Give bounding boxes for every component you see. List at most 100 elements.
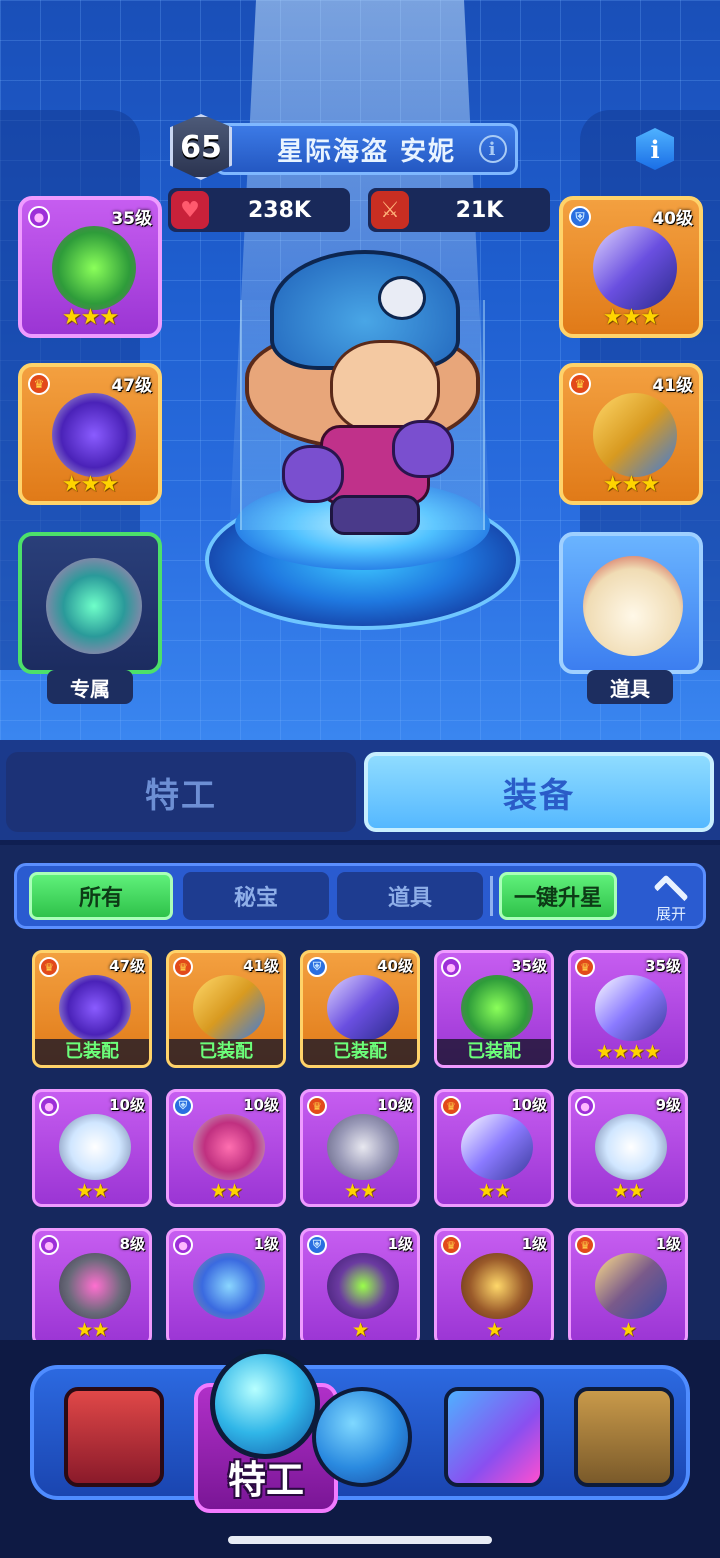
filter-secret[interactable]: 秘宝: [183, 872, 329, 920]
inventory-item[interactable]: ♛ 10级 ★★: [434, 1089, 554, 1207]
tab-equipment[interactable]: 装备: [364, 752, 714, 832]
pyramid-icon: [593, 393, 677, 477]
filter-bar: 所有 秘宝 道具 一键升星 展开: [14, 863, 706, 929]
crown-rarity-icon: ♛: [575, 1235, 595, 1255]
orb-rarity-icon: ●: [39, 1235, 59, 1255]
item-art-icon: [461, 1114, 533, 1180]
equip-slot-left-1[interactable]: ● 35级 ★★★: [18, 196, 162, 338]
item-stars: ★: [485, 1319, 503, 1341]
hp-value: 238K: [248, 197, 311, 223]
bracelet-icon: [46, 558, 142, 654]
expand-button[interactable]: 展开: [641, 870, 701, 924]
hero-name-bar[interactable]: 星际海盗 安妮 i: [215, 123, 518, 175]
item-stars: ★★: [75, 1180, 109, 1202]
item-stars: ★: [351, 1319, 369, 1341]
crown-rarity-icon: ♛: [39, 957, 59, 977]
inventory-item[interactable]: ● 9级 ★★: [568, 1089, 688, 1207]
crystal-shard-icon: [593, 226, 677, 310]
inventory-item[interactable]: ⛨ 40级 已装配: [300, 950, 420, 1068]
planet-icon[interactable]: [312, 1387, 412, 1487]
slot-stars: ★★★: [602, 305, 660, 330]
item-art-icon: [327, 1253, 399, 1319]
equip-slot-right-1[interactable]: ⛨ 40级 ★★★: [559, 196, 703, 338]
item-level: 35级: [511, 957, 547, 975]
item-art-icon: [193, 1114, 265, 1180]
equipped-label: 已装配: [303, 1039, 417, 1065]
inventory-item[interactable]: ♛ 47级 已装配: [32, 950, 152, 1068]
orb-rarity-icon: ●: [441, 957, 461, 977]
equipped-label: 已装配: [437, 1039, 551, 1065]
tab-agent[interactable]: 特工: [6, 752, 356, 832]
hero-info-icon[interactable]: i: [479, 135, 507, 163]
inventory-item[interactable]: ● 1级: [166, 1228, 286, 1346]
crystal-ring-icon: [52, 393, 136, 477]
item-level: 47级: [109, 957, 145, 975]
slot-level: 41级: [652, 376, 693, 396]
item-stars: ★★: [209, 1180, 243, 1202]
item-level: 1级: [253, 1235, 279, 1253]
item-level: 1级: [387, 1235, 413, 1253]
inventory-item[interactable]: ♛ 1级 ★: [434, 1228, 554, 1346]
item-slot[interactable]: [559, 532, 703, 674]
slot-level: 35级: [111, 209, 152, 229]
item-art-icon: [595, 1114, 667, 1180]
attack-stat: ⚔ 21K: [368, 188, 550, 232]
item-art-icon: [595, 975, 667, 1041]
inventory-item[interactable]: ♛ 41级 已装配: [166, 950, 286, 1068]
filter-all[interactable]: 所有: [29, 872, 173, 920]
item-art-icon: [193, 975, 265, 1041]
one-click-star-up-button[interactable]: 一键升星: [499, 872, 617, 920]
crown-rarity-icon: ♛: [575, 957, 595, 977]
item-level: 10级: [243, 1096, 279, 1114]
heart-icon: ♥: [171, 191, 209, 229]
home-indicator: [228, 1536, 492, 1544]
cube-icon[interactable]: [444, 1387, 544, 1487]
item-level: 41级: [243, 957, 279, 975]
item-tag: 道具: [587, 670, 673, 704]
inventory-item[interactable]: ● 8级 ★★: [32, 1228, 152, 1346]
character-glove-left: [282, 445, 344, 503]
exclusive-slot[interactable]: [18, 532, 162, 674]
item-stars: ★★: [611, 1180, 645, 1202]
sword-icon: ⚔: [371, 191, 409, 229]
main-tabs: 特工 装备: [0, 740, 720, 840]
hero-area: 星际海盗 安妮 i 65 i ♥ 238K ⚔ 21K ● 35级 ★★★ ♛ …: [0, 0, 720, 740]
item-level: 10级: [511, 1096, 547, 1114]
shop-machine-icon[interactable]: [64, 1387, 164, 1487]
item-level: 35级: [645, 957, 681, 975]
equip-slot-left-2[interactable]: ♛ 47级 ★★★: [18, 363, 162, 505]
item-level: 8级: [119, 1235, 145, 1253]
inventory-item[interactable]: ⛨ 10级 ★★: [166, 1089, 286, 1207]
item-stars: ★★: [75, 1319, 109, 1341]
inventory-item[interactable]: ⛨ 1级 ★: [300, 1228, 420, 1346]
equip-slot-right-2[interactable]: ♛ 41级 ★★★: [559, 363, 703, 505]
character-glove-right: [392, 420, 454, 478]
crown-rarity-icon: ♛: [173, 957, 193, 977]
item-art-icon: [59, 1253, 131, 1319]
item-art-icon: [59, 1114, 131, 1180]
item-art-icon: [595, 1253, 667, 1319]
slot-level: 47级: [111, 376, 152, 396]
item-level: 10级: [109, 1096, 145, 1114]
slot-stars: ★★★: [602, 472, 660, 497]
skull-emblem-icon: [378, 276, 426, 320]
item-level: 9级: [655, 1096, 681, 1114]
portal-icon[interactable]: [574, 1387, 674, 1487]
crown-rarity-icon: ♛: [28, 373, 50, 395]
item-art-icon: [327, 1114, 399, 1180]
shield-rarity-icon: ⛨: [307, 957, 327, 977]
orb-rarity-icon: ●: [575, 1096, 595, 1116]
inventory-item[interactable]: ♛ 35级 ★★★★: [568, 950, 688, 1068]
inventory-item[interactable]: ♛ 1级 ★: [568, 1228, 688, 1346]
hero-name: 星际海盗 安妮: [276, 136, 457, 167]
shield-rarity-icon: ⛨: [307, 1235, 327, 1255]
item-art-icon: [193, 1253, 265, 1319]
inventory-item[interactable]: ● 35级已装配: [434, 950, 554, 1068]
filter-item[interactable]: 道具: [337, 872, 483, 920]
inventory-panel: 所有 秘宝 道具 一键升星 展开 ♛ 47级 已装配 ♛ 41级 已装配 ⛨ 40级 已装配 ● 3…: [0, 845, 720, 1355]
item-stars: ★: [619, 1319, 637, 1341]
inventory-item[interactable]: ● 10级 ★★: [32, 1089, 152, 1207]
filter-divider: [490, 876, 493, 916]
item-art-icon: [461, 975, 533, 1041]
inventory-item[interactable]: ♛ 10级 ★★: [300, 1089, 420, 1207]
